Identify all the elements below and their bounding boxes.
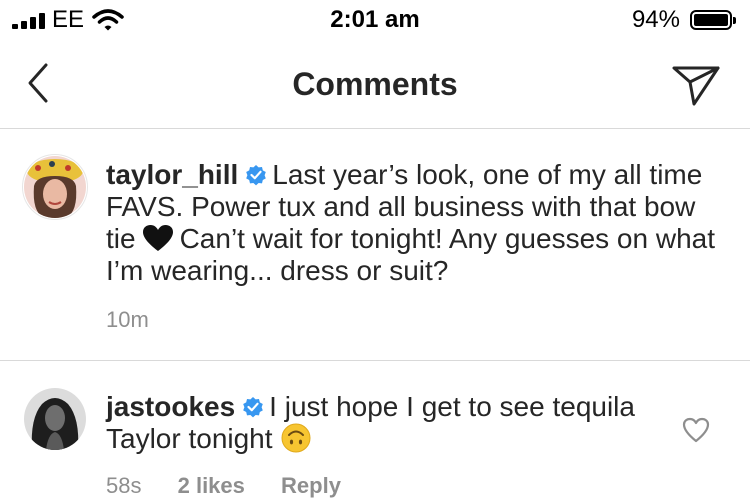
caption-body-continued: Can’t wait for tonight! Any guesses on w… (106, 223, 715, 286)
verified-badge-icon (243, 397, 263, 418)
comment-text: jastookes I just hope I get to see tequi… (106, 391, 646, 455)
share-button[interactable] (670, 58, 722, 110)
status-bar: EE 2:01 am 94% (0, 0, 750, 40)
profile-photo-icon (24, 156, 86, 218)
caption-timestamp: 10m (106, 307, 149, 332)
caption-text: taylor_hill Last year’s look, one of my … (106, 159, 726, 287)
comment-timestamp: 58s (106, 473, 142, 498)
reply-button[interactable]: Reply (281, 473, 341, 498)
caption-meta: 10m (106, 307, 179, 333)
username[interactable]: jastookes (106, 391, 235, 422)
page-title: Comments (292, 66, 458, 102)
profile-photo-icon (24, 388, 86, 450)
avatar[interactable] (24, 156, 86, 218)
battery-icon (690, 10, 738, 32)
battery-percentage: 94% (631, 6, 680, 33)
navigation-bar: Comments (0, 40, 750, 129)
paper-plane-icon (672, 66, 720, 106)
likes-count[interactable]: 2 likes (178, 473, 245, 498)
like-comment-button[interactable] (682, 417, 710, 443)
post-caption: taylor_hill Last year’s look, one of my … (0, 129, 750, 361)
username[interactable]: taylor_hill (106, 159, 238, 190)
comment-meta: 58s 2 likes Reply (106, 473, 371, 499)
upside-down-face-emoji-icon (281, 423, 311, 453)
comment-item: jastookes I just hope I get to see tequi… (0, 361, 750, 502)
heart-outline-icon (682, 417, 710, 443)
avatar[interactable] (24, 388, 86, 450)
black-heart-emoji-icon (142, 225, 173, 251)
verified-badge-icon (246, 165, 267, 186)
